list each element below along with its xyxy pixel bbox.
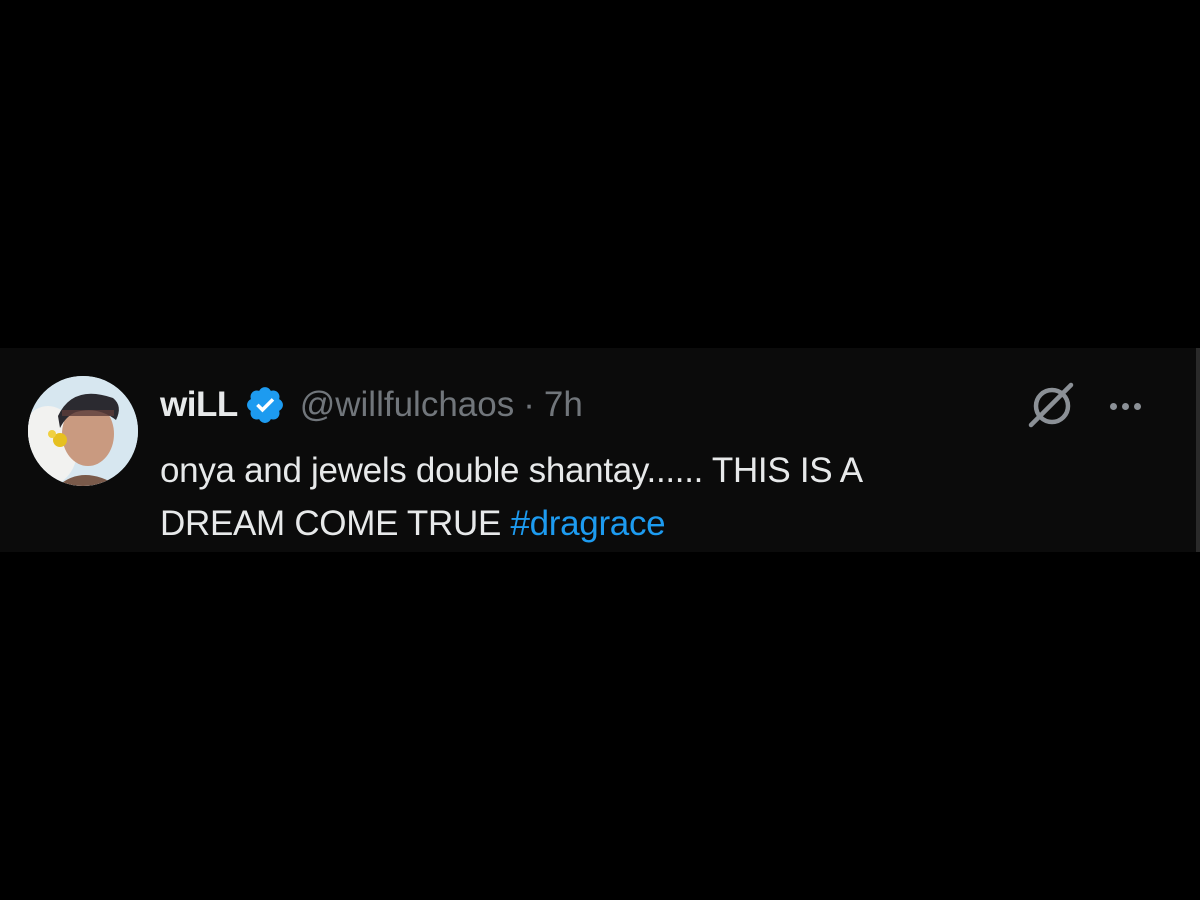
tweet-text: onya and jewels double shantay...... THI… xyxy=(160,444,1060,550)
more-dot xyxy=(1133,402,1141,410)
separator-dot: · xyxy=(523,385,535,424)
tweet-text-line1: onya and jewels double shantay...... THI… xyxy=(160,451,863,490)
tweet-card[interactable]: wiLL @willfulchaos · 7h onya and jewels … xyxy=(0,348,1200,552)
hashtag-link[interactable]: #dragrace xyxy=(510,504,665,543)
more-dot xyxy=(1109,402,1117,410)
more-dot xyxy=(1121,402,1129,410)
avatar[interactable] xyxy=(28,376,138,486)
grok-icon[interactable] xyxy=(1026,380,1078,432)
tweet-header: wiLL @willfulchaos · 7h xyxy=(160,382,583,428)
verified-badge-icon[interactable] xyxy=(244,384,286,426)
timestamp[interactable]: 7h xyxy=(544,385,583,425)
display-name[interactable]: wiLL xyxy=(160,385,238,425)
more-options-icon[interactable] xyxy=(1102,386,1148,426)
tweet-text-line2: DREAM COME TRUE xyxy=(160,504,501,543)
user-handle[interactable]: @willfulchaos xyxy=(300,385,515,425)
avatar-photo xyxy=(28,376,138,486)
